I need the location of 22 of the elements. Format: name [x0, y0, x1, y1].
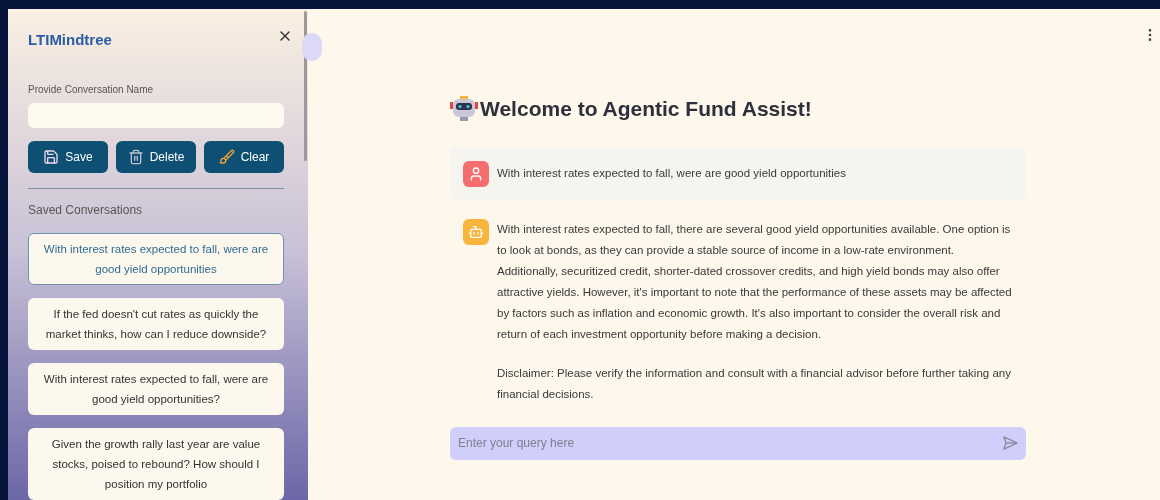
- clear-button[interactable]: Clear: [204, 141, 284, 174]
- conversation-name-field[interactable]: [28, 102, 284, 129]
- field-label: Provide Conversation Name: [28, 82, 155, 97]
- delete-button[interactable]: Delete: [116, 141, 196, 174]
- user-avatar-icon: [463, 160, 489, 187]
- collapse-handle[interactable]: [302, 33, 322, 61]
- send-icon[interactable]: [1002, 434, 1018, 451]
- saved-conversation[interactable]: With interest rates expected to fall, were are good yield opportunities: [28, 233, 284, 285]
- message-text: Disclaimer: Please verify the information and consult with a financial advisor before further taking any financial decisions.: [497, 365, 1012, 402]
- robot-icon: [450, 95, 478, 122]
- page-title: Welcome to Agentic Fund Assist!: [480, 96, 812, 122]
- logo: LTIMindtree: [28, 30, 112, 50]
- section-heading: Saved Conversations: [28, 202, 144, 219]
- saved-conversation[interactable]: With interest rates expected to fall, were are good yield opportunities?: [28, 363, 284, 415]
- message-text: With interest rates expected to fall, were are good yield opportunities: [497, 166, 847, 181]
- bot-avatar-icon: [463, 218, 489, 245]
- message-text: With interest rates expected to fall, there are several good yield opportunities available. One option is to look at bonds, as they can provide a stable source of income in a low-rate environment. Additionally, securitized credit, shorter-dated crossover credits, and high yield bonds may also offer attractive yields. However, it's important to note that the performance of these assets may be affected by factors such as inflation and economic growth. It's also important to consider the overall risk and return of each investment opportunity before making a decision.: [497, 221, 1013, 342]
- save-button[interactable]: Save: [28, 141, 108, 174]
- saved-conversation[interactable]: Given the growth rally last year are value stocks, poised to rebound? How should I position my portfolio: [28, 428, 284, 500]
- query-field[interactable]: Enter your query here: [450, 426, 1026, 460]
- saved-conversation[interactable]: If the fed doesn't cut rates as quickly the market thinks, how can I reduce downside?: [28, 298, 284, 350]
- trash-icon: [127, 149, 144, 166]
